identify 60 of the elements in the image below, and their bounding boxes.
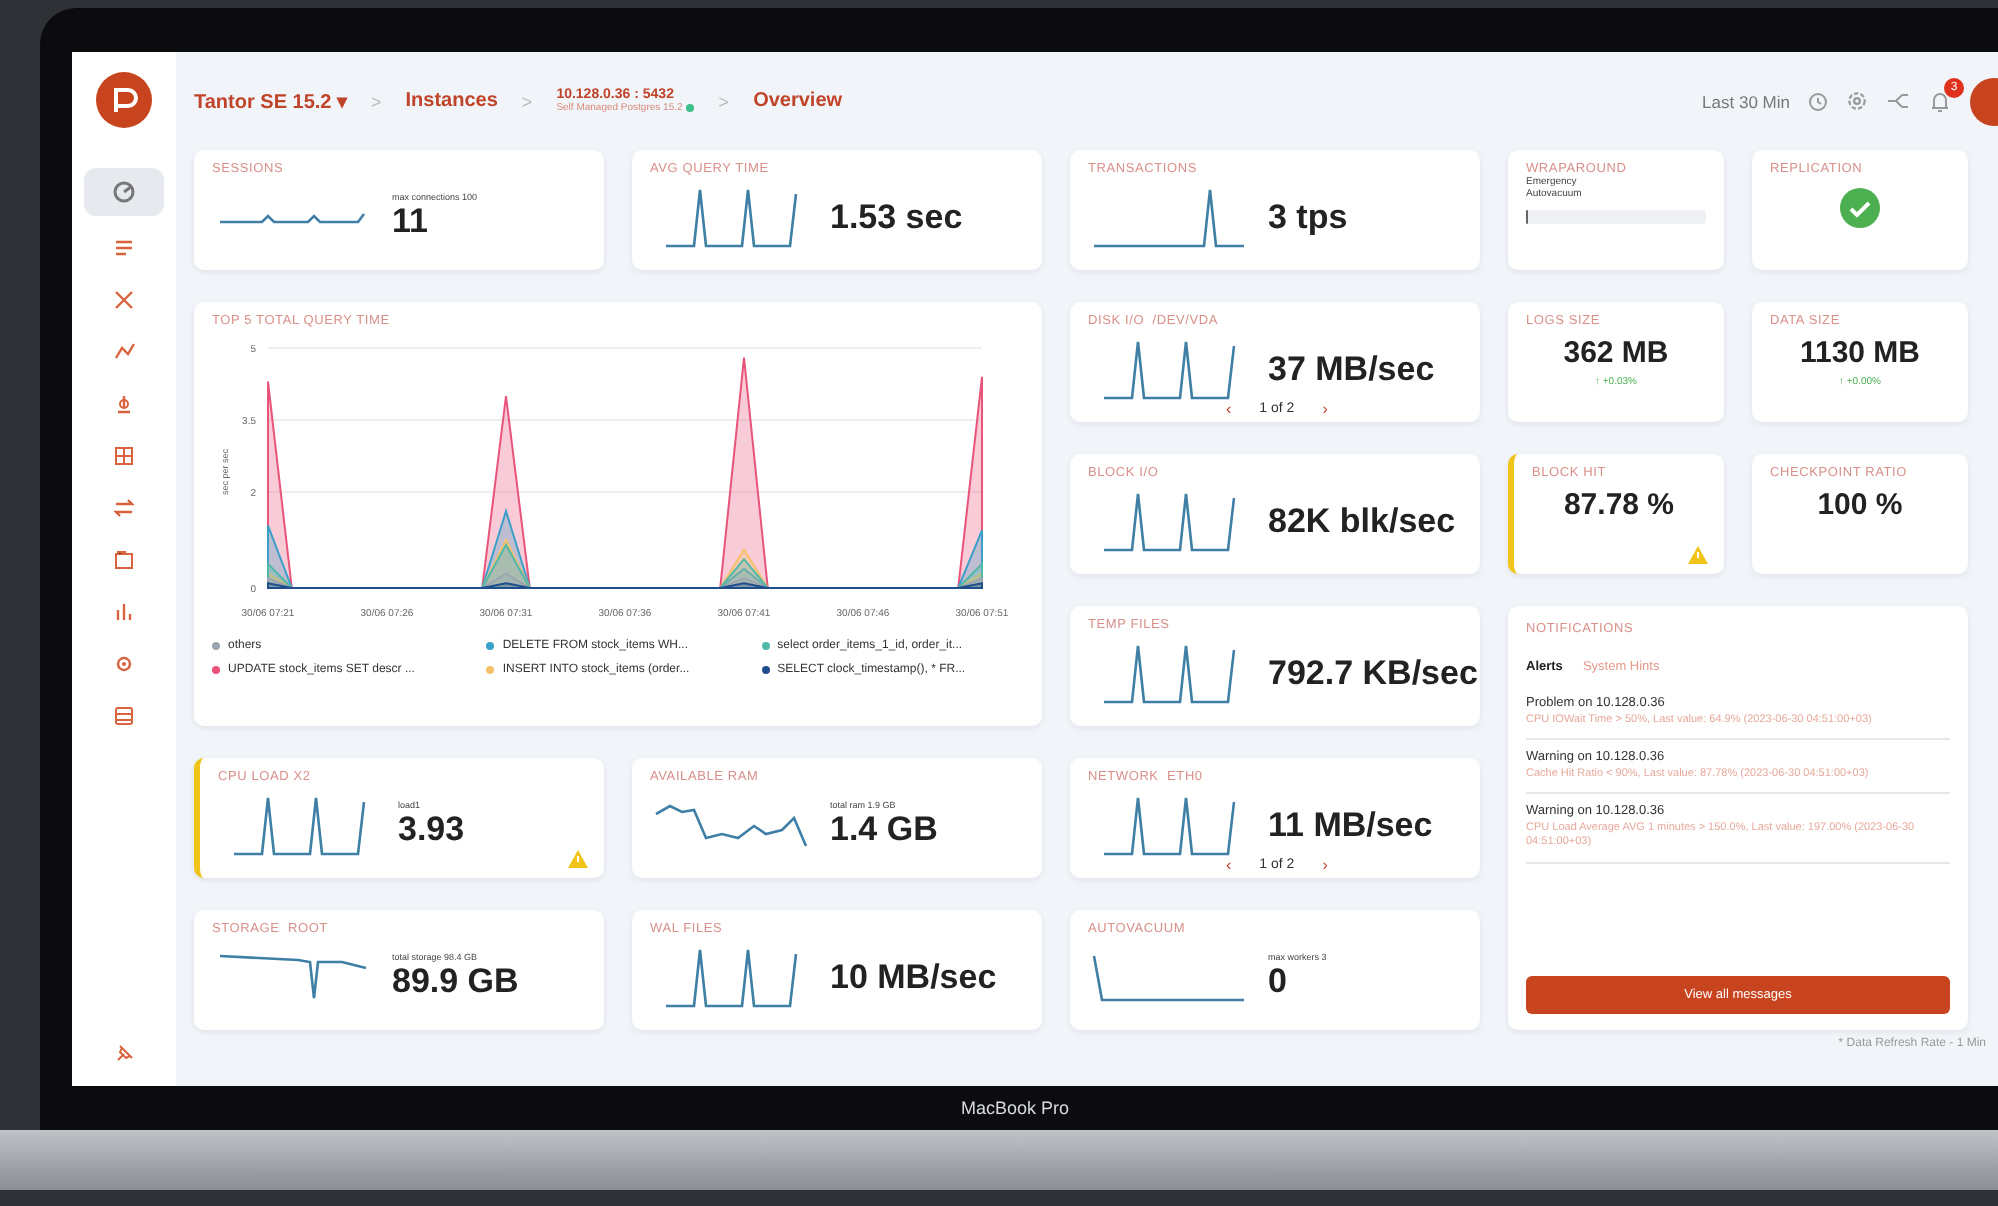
- legend-dot: [212, 666, 220, 674]
- next-button[interactable]: ›: [1322, 856, 1328, 874]
- metric-value: 1.53 sec: [830, 197, 963, 237]
- metric-value: 82K blk/sec: [1268, 501, 1456, 541]
- metric-value: 792.7 KB/sec: [1268, 653, 1478, 693]
- bar-chart-icon: [112, 600, 136, 624]
- table-icon: [112, 704, 136, 728]
- cross-icon: [112, 288, 136, 312]
- sparkline: [1101, 643, 1235, 703]
- clock-icon[interactable]: [1808, 91, 1828, 111]
- folder-icon: [112, 548, 136, 572]
- previous-button[interactable]: ‹: [1226, 856, 1232, 874]
- warning-icon: [568, 850, 588, 868]
- check-circle-icon: [1840, 188, 1880, 228]
- breadcrumb-separator: >: [718, 91, 730, 111]
- legend-dot: [761, 666, 770, 674]
- previous-button[interactable]: ‹: [1226, 400, 1232, 418]
- time-range[interactable]: Last 30 Min: [1702, 91, 1790, 111]
- metric-value: 11: [392, 202, 430, 242]
- legend-dot: [486, 642, 495, 650]
- breadcrumb-separator: >: [521, 91, 533, 111]
- device-label: MacBook Pro: [958, 1096, 1072, 1122]
- stat-value: 362 MB: [1563, 336, 1669, 370]
- grid-icon: [112, 444, 136, 468]
- legend-dot: [486, 666, 495, 674]
- target-icon: [112, 652, 136, 676]
- metric-value: 0: [1268, 962, 1289, 1002]
- settings-icon[interactable]: [1846, 90, 1868, 112]
- metric-value: 3.93: [398, 810, 465, 850]
- metric-value: 11 MB/sec: [1268, 805, 1433, 845]
- metric-value: 1.4 GB: [830, 810, 938, 850]
- sparkline: [1101, 795, 1235, 855]
- product-dropdown[interactable]: Tantor SE 15.2 ▾: [194, 89, 348, 113]
- sparkline: [231, 795, 365, 855]
- metric-value: 89.9 GB: [392, 962, 519, 1002]
- legend-dot: [212, 642, 220, 650]
- metric-value: 37 MB/sec: [1268, 349, 1435, 389]
- line-graph-icon: [112, 340, 136, 364]
- sparkline: [1101, 339, 1235, 399]
- network-icon[interactable]: [1886, 90, 1910, 112]
- breadcrumb-current: Overview: [753, 90, 843, 112]
- breadcrumb-separator: >: [371, 91, 382, 111]
- legend-dot: [761, 642, 770, 650]
- metric-value: 10 MB/sec: [830, 957, 997, 997]
- warning-icon: [1688, 546, 1708, 564]
- breadcrumb-link[interactable]: Instances: [405, 90, 498, 112]
- metric-value: 3 tps: [1268, 197, 1348, 237]
- stat-value: 100 %: [1817, 488, 1903, 522]
- sparkline: [663, 187, 797, 247]
- logo-icon: [96, 72, 152, 128]
- stat-value: 1130 MB: [1799, 336, 1921, 370]
- bell-icon[interactable]: [1928, 89, 1952, 113]
- sparkline: [663, 947, 797, 1007]
- sparkline: [1101, 491, 1235, 551]
- gauge-icon: [112, 180, 136, 204]
- stat-value: 87.78 %: [1563, 488, 1675, 522]
- list-icon: [112, 236, 136, 260]
- arrows-icon: [112, 496, 136, 520]
- next-button[interactable]: ›: [1322, 400, 1328, 418]
- nav-item[interactable]: [84, 168, 164, 216]
